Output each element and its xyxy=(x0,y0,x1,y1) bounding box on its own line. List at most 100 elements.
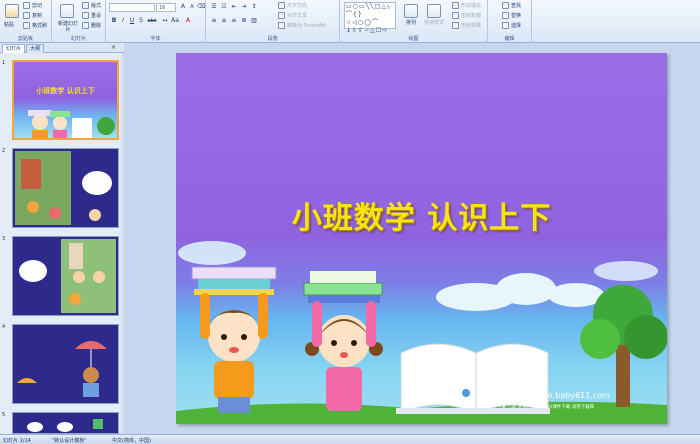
reset-icon xyxy=(82,12,89,19)
slide-thumbnail-row[interactable]: 2 xyxy=(0,148,120,232)
clear-format-icon[interactable]: ⌫ xyxy=(197,3,205,11)
thumb4-picture xyxy=(17,341,107,397)
slide-number: 1 xyxy=(2,60,6,66)
cut-label: 剪切 xyxy=(32,3,43,9)
increase-indent-icon[interactable]: ⇥ xyxy=(240,3,248,11)
copy-button[interactable]: 复制 xyxy=(23,12,42,19)
drawing-group-label: 绘图 xyxy=(408,36,419,42)
line-spacing-icon[interactable]: ↕ xyxy=(250,3,258,11)
thumbnail-scrollbar[interactable] xyxy=(121,54,124,434)
slide-number: 4 xyxy=(2,324,6,330)
slide-title[interactable]: 小班数学 认识上下 xyxy=(176,193,667,237)
new-slide-button[interactable]: 新建幻灯片 xyxy=(56,21,80,33)
shapes-gallery[interactable]: ▭○▭╲╲□△╮ ⌒{}☆◁○◯⌒ ↓⇩⇧∽△☐⇨ xyxy=(344,2,396,34)
align-left-icon[interactable]: ≡ xyxy=(210,17,218,25)
brush-icon xyxy=(23,22,30,29)
text-direction-icon xyxy=(278,2,285,9)
arrange-button[interactable]: 排列 xyxy=(404,4,418,26)
align-center-icon[interactable]: ≡ xyxy=(220,17,228,25)
italic-button[interactable]: I xyxy=(119,17,127,25)
slide-thumbnail-3[interactable] xyxy=(12,236,119,316)
slide-thumbnail-2[interactable] xyxy=(12,148,119,228)
tab-outline[interactable]: 大纲 xyxy=(26,44,45,53)
thumb3-picture xyxy=(19,239,116,313)
reset-button[interactable]: 重设 xyxy=(82,12,101,19)
close-icon[interactable]: × xyxy=(111,44,116,51)
find-icon xyxy=(502,2,509,9)
slide-thumbnail-1[interactable]: 小班数学 认识上下 xyxy=(12,60,119,140)
delete-label: 删除 xyxy=(91,23,102,29)
find-button[interactable]: 查找 xyxy=(502,2,521,9)
arrange-label: 排列 xyxy=(405,20,416,26)
change-case-icon[interactable]: Aa xyxy=(171,17,179,25)
select-button[interactable]: 选择 xyxy=(502,22,521,29)
replace-label: 替换 xyxy=(511,13,522,19)
font-group-label: 字体 xyxy=(150,36,161,42)
numbering-icon[interactable]: ☷ xyxy=(220,3,228,11)
paste-button[interactable]: 粘贴 xyxy=(4,21,14,28)
slides-group-label: 幻灯片 xyxy=(70,36,86,42)
decrease-indent-icon[interactable]: ⇤ xyxy=(230,3,238,11)
slide-canvas[interactable]: 小班数学 认识上下 幼教资源网站 ziyuan.baby611.com 课件下载… xyxy=(176,53,667,424)
text-direction-button[interactable]: 文字方向 xyxy=(278,2,307,9)
clipboard-group: 粘贴 剪切 复制 格式刷 剪贴板 xyxy=(0,0,52,43)
spacing-icon[interactable]: ↔ xyxy=(161,17,169,25)
slides-panel: 幻灯片 大纲 × 1 小班数学 认识上下 2 3 4 5 xyxy=(0,43,124,434)
slide-thumbnail-4[interactable] xyxy=(12,324,119,404)
slide-thumbnail-row[interactable]: 1 小班数学 认识上下 xyxy=(0,60,120,144)
font-name-combo[interactable] xyxy=(109,3,155,12)
font-color-icon[interactable]: A xyxy=(184,17,192,25)
layout-label: 版式 xyxy=(91,3,102,9)
tab-slides[interactable]: 幻灯片 xyxy=(2,44,26,53)
grow-font-icon[interactable]: A xyxy=(179,3,187,11)
justify-icon[interactable]: ≣ xyxy=(240,17,248,25)
delete-button[interactable]: 删除 xyxy=(82,22,101,29)
smartart-button[interactable]: 转换为 SmartArt xyxy=(278,22,326,29)
shrink-font-icon[interactable]: A xyxy=(188,3,196,11)
find-label: 查找 xyxy=(511,3,522,9)
slide-thumbnail-row[interactable]: 5 xyxy=(0,412,120,434)
layout-button[interactable]: 版式 xyxy=(82,2,101,9)
align-text-label: 对齐文本 xyxy=(287,13,308,19)
strikethrough-button[interactable]: abc xyxy=(146,17,158,25)
slide-thumbnail-row[interactable]: 4 xyxy=(0,324,120,408)
format-painter-button[interactable]: 格式刷 xyxy=(23,22,47,29)
quick-styles-label: 快速样式 xyxy=(424,20,445,26)
delete-icon xyxy=(82,22,89,29)
theme-name: "默认设计模板" xyxy=(52,438,87,444)
new-slide-icon xyxy=(60,4,74,18)
shape-fill-button[interactable]: 形状填充 xyxy=(452,2,481,9)
cut-button[interactable]: 剪切 xyxy=(23,2,42,9)
slide-number: 3 xyxy=(2,236,6,242)
shape-effects-label: 形状效果 xyxy=(461,23,482,29)
align-right-icon[interactable]: ≡ xyxy=(230,17,238,25)
slides-group: 新建幻灯片 版式 重设 删除 幻灯片 xyxy=(52,0,106,43)
underline-button[interactable]: U xyxy=(128,17,136,25)
align-text-button[interactable]: 对齐文本 xyxy=(278,12,307,19)
replace-button[interactable]: 替换 xyxy=(502,12,521,19)
font-size-combo[interactable]: 16 xyxy=(156,3,176,12)
slide-number: 5 xyxy=(2,412,6,418)
columns-icon[interactable]: ▥ xyxy=(250,17,258,25)
editing-group: 查找 替换 选择 编辑 xyxy=(488,0,532,43)
thumb1-title: 小班数学 认识上下 xyxy=(36,87,95,95)
language-indicator[interactable]: 中文(简体，中国) xyxy=(112,437,151,444)
shape-effects-button[interactable]: 形状效果 xyxy=(452,22,481,29)
fill-icon xyxy=(452,2,459,9)
shape-outline-button[interactable]: 形状轮廓 xyxy=(452,12,481,19)
bullets-icon[interactable]: ☰ xyxy=(210,3,218,11)
bold-button[interactable]: B xyxy=(110,17,118,25)
outline-icon xyxy=(452,12,459,19)
slide-thumbnail-5[interactable] xyxy=(12,412,119,434)
effects-icon xyxy=(452,22,459,29)
slide-thumbnail-row[interactable]: 3 xyxy=(0,236,120,320)
copy-icon xyxy=(23,12,30,19)
shadow-button[interactable]: S xyxy=(137,17,145,25)
editing-group-label: 编辑 xyxy=(504,36,515,42)
slide-footer-site: 幼教资源网站 ziyuan.baby611.com xyxy=(476,391,610,400)
quick-styles-button[interactable]: 快速样式 xyxy=(424,4,444,26)
smartart-icon xyxy=(278,22,285,29)
format-painter-label: 格式刷 xyxy=(32,23,48,29)
shape-outline-label: 形状轮廓 xyxy=(461,13,482,19)
slide-number: 2 xyxy=(2,148,6,154)
